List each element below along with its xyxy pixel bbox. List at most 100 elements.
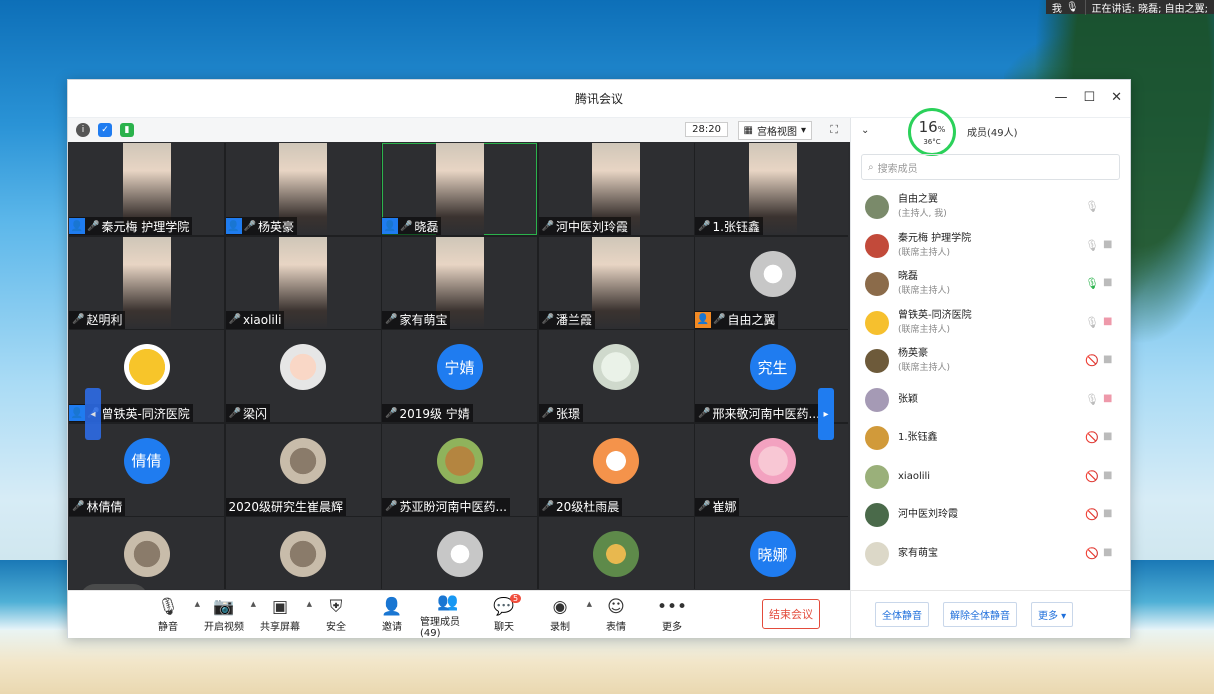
video-grid: 👤 🎤 秦元梅 护理学院 👤 🎤 杨英豪 👤 🎤 晓磊 🎤 河中医刘玲霞 🎤 1.张钰鑫 🎤 赵明利 🎤 xia… — [69, 143, 848, 589]
member-row[interactable]: 杨英豪 (联席主持人) 🚫 ■ — [851, 342, 1129, 381]
camera-icon[interactable]: ■ — [1103, 239, 1112, 250]
video-tile[interactable]: 2020级研究生崔晨辉 — [225, 423, 381, 516]
mic-icon[interactable]: 🎙 — [1085, 239, 1099, 252]
member-row[interactable]: 晓磊 (联席主持人) 🎙 ■ — [851, 265, 1129, 304]
record-button[interactable]: ◉ 录制 ▲ — [532, 596, 592, 633]
mic-icon[interactable]: 🚫 — [1085, 547, 1099, 560]
collapse-chevron-icon[interactable]: ⌄ — [861, 125, 869, 136]
video-tile[interactable]: 🎤 xiaolili — [225, 236, 381, 329]
video-tile[interactable] — [538, 517, 694, 589]
more-options-button[interactable]: 更多 ▾ — [1031, 602, 1074, 627]
video-tile[interactable]: 晓娜 — [695, 517, 848, 589]
mic-status-icon: 🎤 — [698, 407, 711, 419]
members-button[interactable]: 👥 管理成员(49) — [420, 591, 476, 639]
mic-status-icon: 🎤 — [541, 314, 554, 325]
signal-icon[interactable]: ▮ — [120, 123, 134, 137]
participant-name-tag: 🎤 崔娜 — [695, 497, 740, 516]
video-tile[interactable] — [225, 517, 381, 589]
end-meeting-button[interactable]: 结束会议 — [762, 599, 820, 629]
video-tile[interactable]: 🎤 张璟 — [538, 330, 694, 422]
participant-name: 赵明利 — [86, 313, 123, 327]
member-row[interactable]: 1.张钰鑫 🚫 ■ — [851, 419, 1129, 458]
video-tile[interactable]: 👤 🎤 秦元梅 护理学院 — [69, 143, 224, 235]
mic-icon[interactable]: 🎙 — [1085, 316, 1099, 329]
member-row[interactable]: 张颖 🎙 ■ — [851, 381, 1129, 420]
cpu-gauge: 16% 36°C — [908, 108, 956, 156]
member-row[interactable]: 秦元梅 护理学院 (联席主持人) 🎙 ■ — [851, 227, 1129, 266]
more-button[interactable]: ••• 更多 — [644, 596, 700, 633]
participant-name: 梁闪 — [242, 406, 267, 421]
mute-all-button[interactable]: 全体静音 — [875, 602, 929, 627]
mic-icon[interactable]: 🚫 — [1085, 508, 1099, 521]
camera-icon[interactable]: ■ — [1103, 277, 1112, 288]
avatar — [749, 437, 796, 484]
video-tile[interactable]: 🎤 赵明利 — [69, 236, 224, 329]
video-tile[interactable]: 🎤 河中医刘玲霞 — [538, 143, 694, 235]
mic-icon[interactable]: 🎙 — [1085, 200, 1099, 213]
add-user-button[interactable]: 👤 邀请 — [364, 596, 420, 633]
member-role: (联席主持人) — [898, 363, 951, 374]
info-icon[interactable]: i — [76, 123, 90, 137]
avatar — [865, 387, 889, 412]
participant-name-tag: 👤 🎤 自由之翼 — [695, 310, 779, 329]
close-icon[interactable]: ✕ — [1111, 90, 1122, 105]
video-tile[interactable]: 👤 🎤 晓磊 — [382, 143, 537, 235]
fullscreen-icon[interactable]: ⛶ — [830, 123, 838, 137]
camera-icon[interactable]: ■ — [1103, 508, 1112, 519]
video-tile[interactable]: 🎤 1.张钰鑫 — [695, 143, 848, 235]
chat-button[interactable]: 💬 聊天 5 — [476, 594, 532, 633]
member-row[interactable]: xiaolili 🚫 ■ — [851, 458, 1129, 497]
mic-icon[interactable]: 🎙 — [1085, 393, 1099, 406]
prev-page-arrow[interactable]: ◂ — [85, 388, 101, 440]
member-row[interactable]: 家有萌宝 🚫 ■ — [851, 535, 1129, 574]
camera-icon[interactable]: ■ — [1103, 354, 1112, 365]
host-icon: 👤 — [695, 311, 711, 328]
video-tile[interactable]: 🎤 苏亚盼河南中医药... — [382, 423, 537, 516]
emoji-button[interactable]: ☺ 表情 — [588, 596, 644, 633]
avatar — [865, 426, 889, 451]
member-row[interactable]: 自由之翼 (主持人, 我) 🎙 — [851, 188, 1129, 227]
mic-button[interactable]: 🎙 静音 ▲ — [140, 596, 200, 633]
shield-button[interactable]: ⛨ 安全 — [308, 596, 364, 633]
avatar — [436, 531, 483, 577]
view-mode-select[interactable]: ▦ 宫格视图 ▾ — [737, 121, 812, 140]
mic-icon[interactable]: 🚫 — [1085, 431, 1099, 444]
member-role: (主持人, 我) — [898, 209, 947, 220]
video-tile[interactable] — [382, 517, 537, 589]
mic-icon[interactable]: 🚫 — [1085, 470, 1099, 483]
camera-icon[interactable]: ■ — [1103, 431, 1112, 442]
member-search-input[interactable]: ⌕ 搜索成员 — [861, 154, 1120, 180]
avatar — [865, 503, 889, 528]
security-shield-icon[interactable]: ✓ — [98, 123, 112, 137]
maximize-icon[interactable]: ☐ — [1083, 90, 1095, 105]
video-tile[interactable]: 🎤 家有萌宝 — [382, 236, 537, 329]
share-screen-button[interactable]: ▣ 共享屏幕 ▲ — [252, 596, 312, 633]
video-tile[interactable]: 🎤 梁闪 — [225, 330, 381, 422]
camera-off-icon: 📷 — [213, 597, 235, 617]
mic-icon[interactable]: 🎙 — [1085, 277, 1099, 290]
mic-icon[interactable]: 🚫 — [1085, 354, 1099, 367]
search-icon: ⌕ — [868, 161, 874, 173]
host-icon: 👤 — [382, 218, 398, 234]
camera-off-button[interactable]: 📷 开启视频 ▲ — [196, 596, 256, 633]
participant-name: 晓磊 — [414, 219, 439, 234]
camera-icon[interactable]: ■ — [1103, 470, 1112, 481]
next-page-arrow[interactable]: ▸ — [818, 388, 834, 440]
camera-icon[interactable]: ■ — [1103, 393, 1112, 404]
member-row[interactable]: 河中医刘玲霞 🚫 ■ — [851, 496, 1129, 535]
video-tile[interactable]: 👤 🎤 杨英豪 — [225, 143, 381, 235]
mic-status-icon: 🎤 — [72, 501, 85, 512]
minimize-icon[interactable]: — — [1054, 90, 1067, 105]
mic-status-icon: 🎤 — [385, 314, 398, 325]
member-name: 家有萌宝 — [898, 547, 938, 559]
unmute-all-button[interactable]: 解除全体静音 — [943, 602, 1017, 627]
camera-icon[interactable]: ■ — [1103, 547, 1112, 558]
video-tile[interactable]: 🎤 20级杜雨晨 — [538, 423, 694, 516]
participant-name: 自由之翼 — [727, 313, 776, 327]
video-tile[interactable] — [69, 517, 224, 589]
camera-icon[interactable]: ■ — [1103, 316, 1112, 327]
member-row[interactable]: 曾铁英-同济医院 (联席主持人) 🎙 ■ — [851, 304, 1129, 343]
video-tile[interactable]: 宁婧 🎤 2019级 宁婧 — [382, 330, 537, 422]
video-tile[interactable]: 🎤 潘兰霞 — [538, 236, 694, 329]
video-tile[interactable]: 👤 🎤 自由之翼 — [695, 236, 848, 329]
